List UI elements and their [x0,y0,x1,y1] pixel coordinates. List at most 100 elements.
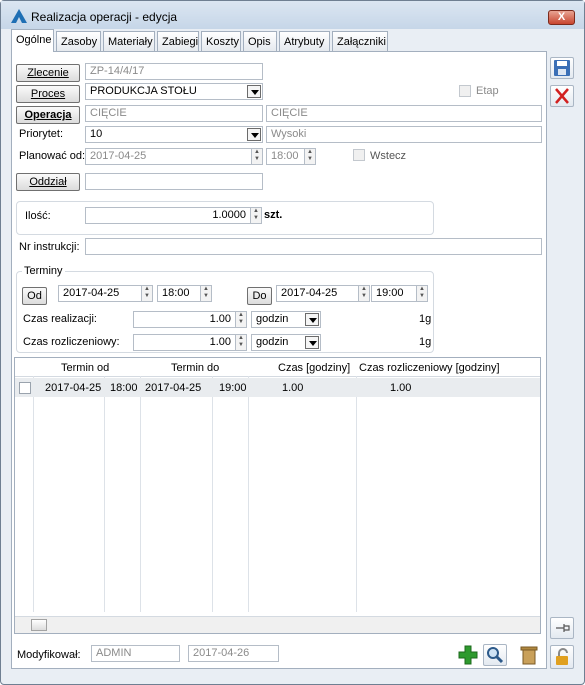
czas-rozliczeniowy-unit: godzin [256,336,289,348]
wstecz-label: Wstecz [370,150,407,162]
proces-value: PRODUKCJA STOŁU [90,85,197,97]
tab-ogolne[interactable]: Ogólne [11,29,54,52]
trash-icon [520,646,538,665]
etap-label: Etap [476,85,499,97]
save-button[interactable] [550,57,574,79]
czas-realizacji-unit-select[interactable]: godzin [251,311,321,328]
col-termin-od[interactable]: Termin od [61,362,109,374]
planowac-label: Planować od: [19,150,86,162]
wstecz-checkbox[interactable] [353,149,365,161]
terminy-table: Termin od Termin do Czas [godziny] Czas … [14,357,541,634]
chevron-down-icon[interactable] [247,85,261,98]
spinner-icon[interactable]: ▲ ▼ [200,285,212,302]
planowac-date-field[interactable]: 2017-04-25 [85,148,253,165]
title-bar: Realizacja operacji - edycja X [1,1,584,29]
lock-button[interactable] [550,645,574,669]
terminy-title: Terminy [22,265,65,277]
spinner-icon[interactable]: ▲ ▼ [416,285,428,302]
spinner-icon[interactable]: ▲ ▼ [141,285,153,302]
delete-button[interactable] [517,644,541,666]
proces-button[interactable]: Proces [16,85,80,103]
priorytet-label: Priorytet: [19,128,64,140]
spinner-icon[interactable]: ▲ ▼ [235,311,247,328]
pin-button[interactable] [550,617,574,639]
tab-zasoby[interactable]: Zasoby [56,31,101,51]
add-button[interactable] [456,644,480,666]
chevron-down-icon[interactable] [305,336,319,349]
row-checkbox[interactable] [19,382,31,394]
od-date-field[interactable]: 2017-04-25 [58,285,142,302]
czas-realizacji-suffix: 1g [419,313,432,325]
tab-materialy[interactable]: Materiały [103,31,155,51]
window-title: Realizacja operacji - edycja [31,10,178,24]
dialog-window: Realizacja operacji - edycja X Ogólne Za… [0,0,585,685]
proces-select[interactable]: PRODUKCJA STOŁU [85,83,263,100]
ilosc-field[interactable]: 1.0000 [85,207,251,224]
oddzial-button[interactable]: Oddział [16,173,80,191]
operacja-code-field[interactable]: CIĘCIE [85,105,263,122]
close-button[interactable]: X [548,10,575,25]
cell-czas: 1.00 [282,382,304,394]
tab-zalaczniki[interactable]: Załączniki [332,31,388,51]
czas-realizacji-field[interactable]: 1.00 [133,311,236,328]
do-time-field[interactable]: 19:00 [371,285,417,302]
scrollbar-thumb[interactable] [31,619,47,631]
search-button[interactable] [483,644,507,666]
priorytet-select[interactable]: 10 [85,126,263,143]
do-date-field[interactable]: 2017-04-25 [276,285,360,302]
oddzial-field[interactable] [85,173,263,190]
czas-rozliczeniowy-unit-select[interactable]: godzin [251,334,321,351]
plus-icon [458,645,478,665]
czas-realizacji-label: Czas realizacji: [23,313,97,325]
tab-koszty[interactable]: Koszty [201,31,241,51]
col-termin-do[interactable]: Termin do [171,362,219,374]
chevron-down-icon[interactable] [305,313,319,326]
spinner-icon[interactable]: ▲ ▼ [235,334,247,351]
cancel-button[interactable] [550,85,574,107]
czas-rozliczeniowy-field[interactable]: 1.00 [133,334,236,351]
modyfikowal-date: 2017-04-26 [188,645,279,662]
spinner-icon[interactable]: ▲ ▼ [251,148,263,165]
etap-checkbox[interactable] [459,85,471,97]
spinner-icon[interactable]: ▲ ▼ [304,148,316,165]
priorytet-name-field: Wysoki [266,126,542,143]
cell-do-time: 19:00 [219,382,247,394]
app-logo-icon [11,9,27,23]
chevron-down-icon[interactable] [247,128,261,141]
save-icon [554,60,570,76]
horizontal-scrollbar[interactable] [15,616,540,633]
czas-rozliczeniowy-label: Czas rozliczeniowy: [23,336,120,348]
cell-do-date: 2017-04-25 [145,382,202,394]
spinner-icon[interactable]: ▲ ▼ [358,285,370,302]
od-button[interactable]: Od [22,287,47,305]
od-time-field[interactable]: 18:00 [157,285,201,302]
do-button[interactable]: Do [247,287,272,305]
ilosc-unit: szt. [264,209,283,221]
nr-instrukcji-label: Nr instrukcji: [19,241,80,253]
zlecenie-button[interactable]: Zlecenie [16,64,80,82]
operacja-name-field[interactable]: CIĘCIE [266,105,542,122]
pin-icon [556,624,570,632]
tab-opis[interactable]: Opis [243,31,277,51]
czas-realizacji-unit: godzin [256,313,289,325]
planowac-time-field[interactable]: 18:00 [266,148,306,165]
nr-instrukcji-field[interactable] [85,238,542,255]
lock-icon [556,648,568,665]
magnifier-icon [487,647,504,664]
priorytet-value: 10 [90,128,103,140]
tab-atrybuty[interactable]: Atrybuty [279,31,330,51]
ilosc-label: Ilość: [25,210,51,222]
col-czas-rozliczeniowy[interactable]: Czas rozliczeniowy [godziny] [359,362,500,374]
col-czas[interactable]: Czas [godziny] [278,362,350,374]
zlecenie-field[interactable]: ZP-14/4/17 [85,63,263,80]
cell-od-time: 18:00 [110,382,138,394]
spinner-icon[interactable]: ▲ ▼ [250,207,262,224]
modyfikowal-label: Modyfikował: [17,649,81,661]
modyfikowal-user: ADMIN [91,645,180,662]
close-red-icon [555,88,569,104]
cell-czas-rozl: 1.00 [390,382,412,394]
cell-od-date: 2017-04-25 [45,382,102,394]
czas-rozliczeniowy-suffix: 1g [419,336,432,348]
operacja-button[interactable]: Operacja [16,106,80,124]
tab-zabiegi[interactable]: Zabiegi [157,31,199,51]
